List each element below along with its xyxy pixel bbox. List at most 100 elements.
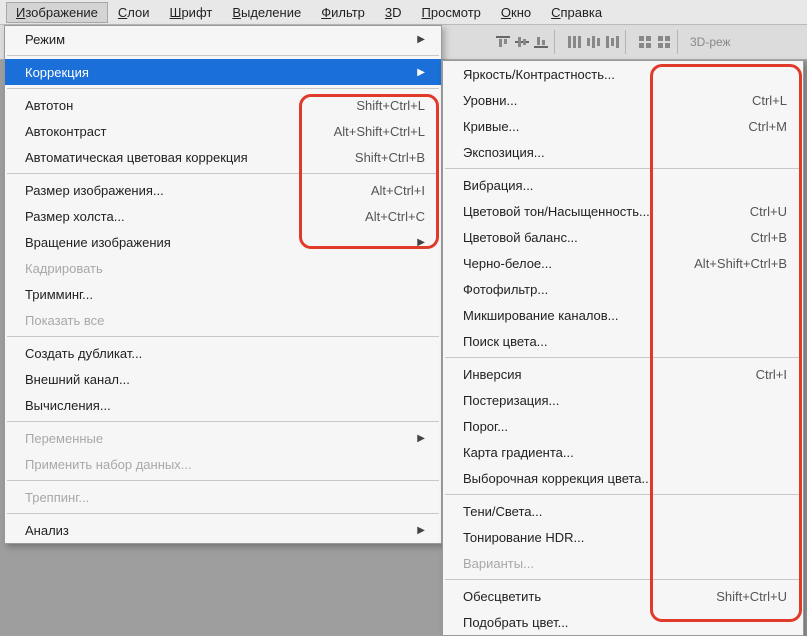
- adjustments-menu-item[interactable]: Постеризация...: [443, 387, 803, 413]
- menu-item-label: Вибрация...: [463, 178, 787, 193]
- adjustments-menu-item[interactable]: Цветовой тон/Насыщенность...Ctrl+U: [443, 198, 803, 224]
- menu-item-shortcut: Alt+Ctrl+I: [371, 183, 425, 198]
- align-bottom-icon[interactable]: [533, 34, 549, 50]
- distribute-left-icon[interactable]: [637, 34, 653, 50]
- 3d-mode-label: 3D-реж: [690, 35, 731, 49]
- menu-item-shortcut: Ctrl+U: [750, 204, 787, 219]
- menu-item-label: Варианты...: [463, 556, 787, 571]
- menu-item-shortcut: Shift+Ctrl+U: [716, 589, 787, 604]
- menu-item-label: Вращение изображения: [25, 235, 417, 250]
- image-menu-item[interactable]: Режим▶: [5, 26, 441, 52]
- menu-item-label: Экспозиция...: [463, 145, 787, 160]
- adjustments-menu-item[interactable]: Подобрать цвет...: [443, 609, 803, 635]
- menu-item-label: Размер холста...: [25, 209, 365, 224]
- image-menu-item[interactable]: Вращение изображения▶: [5, 229, 441, 255]
- menubar-item-select[interactable]: Выделение: [222, 2, 311, 23]
- menu-item-label: Карта градиента...: [463, 445, 787, 460]
- distribute-hcenter-icon[interactable]: [656, 34, 672, 50]
- submenu-arrow-icon: ▶: [417, 525, 425, 536]
- image-menu-item[interactable]: Вычисления...: [5, 392, 441, 418]
- menubar-item-layers[interactable]: Слои: [108, 2, 160, 23]
- menubar-item-type[interactable]: Шрифт: [160, 2, 223, 23]
- image-menu-item[interactable]: Размер холста...Alt+Ctrl+C: [5, 203, 441, 229]
- distribute-h-group: [632, 30, 678, 54]
- image-menu-item[interactable]: Внешний канал...: [5, 366, 441, 392]
- distribute-top-icon[interactable]: [566, 34, 582, 50]
- align-top-icon[interactable]: [495, 34, 511, 50]
- menu-item-label: Вычисления...: [25, 398, 425, 413]
- menu-separator: [445, 579, 801, 580]
- image-menu-item: Треппинг...: [5, 484, 441, 510]
- menu-separator: [7, 336, 439, 337]
- menu-item-label: Переменные: [25, 431, 417, 446]
- adjustments-menu-item[interactable]: Вибрация...: [443, 172, 803, 198]
- menu-item-label: Тонирование HDR...: [463, 530, 787, 545]
- distribute-vcenter-icon[interactable]: [585, 34, 601, 50]
- image-menu-item[interactable]: Коррекция▶: [5, 59, 441, 85]
- adjustments-menu-item[interactable]: ИнверсияCtrl+I: [443, 361, 803, 387]
- menu-item-shortcut: Shift+Ctrl+B: [355, 150, 425, 165]
- image-menu-item[interactable]: Размер изображения...Alt+Ctrl+I: [5, 177, 441, 203]
- image-menu-item[interactable]: Автоматическая цветовая коррекцияShift+C…: [5, 144, 441, 170]
- menu-item-label: Цветовой тон/Насыщенность...: [463, 204, 750, 219]
- image-menu-item[interactable]: Создать дубликат...: [5, 340, 441, 366]
- image-menu-item: Применить набор данных...: [5, 451, 441, 477]
- menu-item-label: Автотон: [25, 98, 356, 113]
- menu-separator: [445, 357, 801, 358]
- image-menu-item[interactable]: АвтотонShift+Ctrl+L: [5, 92, 441, 118]
- adjustments-menu-item[interactable]: Выборочная коррекция цвета...: [443, 465, 803, 491]
- menubar-item-help[interactable]: Справка: [541, 2, 612, 23]
- adjustments-menu-item[interactable]: Фотофильтр...: [443, 276, 803, 302]
- menu-item-label: Применить набор данных...: [25, 457, 425, 472]
- menu-item-label: Яркость/Контрастность...: [463, 67, 787, 82]
- menubar: Изображение Слои Шрифт Выделение Фильтр …: [0, 0, 807, 25]
- menu-item-label: Показать все: [25, 313, 425, 328]
- menu-separator: [7, 88, 439, 89]
- menu-item-label: Режим: [25, 32, 417, 47]
- adjustments-menu-item[interactable]: Яркость/Контрастность...: [443, 61, 803, 87]
- menu-item-label: Уровни...: [463, 93, 752, 108]
- align-tools-group: [490, 30, 555, 54]
- menubar-item-view[interactable]: Просмотр: [412, 2, 491, 23]
- menubar-item-3d[interactable]: 3D: [375, 2, 412, 23]
- image-menu-item[interactable]: Тримминг...: [5, 281, 441, 307]
- adjustments-menu-item[interactable]: Поиск цвета...: [443, 328, 803, 354]
- adjustments-menu-item[interactable]: Черно-белое...Alt+Shift+Ctrl+B: [443, 250, 803, 276]
- menu-item-label: Выборочная коррекция цвета...: [463, 471, 787, 486]
- menubar-item-filter[interactable]: Фильтр: [311, 2, 375, 23]
- adjustments-menu-item[interactable]: Порог...: [443, 413, 803, 439]
- menu-item-label: Внешний канал...: [25, 372, 425, 387]
- distribute-tools-group: [561, 30, 626, 54]
- image-menu-item[interactable]: Анализ▶: [5, 517, 441, 543]
- adjustments-menu-item[interactable]: Карта градиента...: [443, 439, 803, 465]
- menu-item-label: Цветовой баланс...: [463, 230, 751, 245]
- menubar-item-window[interactable]: Окно: [491, 2, 541, 23]
- align-vcenter-icon[interactable]: [514, 34, 530, 50]
- menu-separator: [7, 55, 439, 56]
- menu-item-label: Создать дубликат...: [25, 346, 425, 361]
- adjustments-menu-item: Варианты...: [443, 550, 803, 576]
- adjustments-menu-item[interactable]: ОбесцветитьShift+Ctrl+U: [443, 583, 803, 609]
- menu-item-label: Постеризация...: [463, 393, 787, 408]
- menu-item-label: Автоконтраст: [25, 124, 334, 139]
- menu-item-shortcut: Ctrl+M: [748, 119, 787, 134]
- menu-item-shortcut: Alt+Shift+Ctrl+B: [694, 256, 787, 271]
- menu-separator: [445, 168, 801, 169]
- menubar-item-image[interactable]: Изображение: [6, 2, 108, 23]
- adjustments-menu-item[interactable]: Тонирование HDR...: [443, 524, 803, 550]
- distribute-bottom-icon[interactable]: [604, 34, 620, 50]
- menu-item-label: Кривые...: [463, 119, 748, 134]
- adjustments-menu-item[interactable]: Микширование каналов...: [443, 302, 803, 328]
- adjustments-menu-item[interactable]: Кривые...Ctrl+M: [443, 113, 803, 139]
- adjustments-menu-item[interactable]: Уровни...Ctrl+L: [443, 87, 803, 113]
- menu-separator: [7, 513, 439, 514]
- adjustments-menu-item[interactable]: Цветовой баланс...Ctrl+B: [443, 224, 803, 250]
- submenu-arrow-icon: ▶: [417, 67, 425, 78]
- menu-item-label: Треппинг...: [25, 490, 425, 505]
- adjustments-menu-item[interactable]: Экспозиция...: [443, 139, 803, 165]
- menu-item-label: Подобрать цвет...: [463, 615, 787, 630]
- adjustments-menu-item[interactable]: Тени/Света...: [443, 498, 803, 524]
- image-menu-item[interactable]: АвтоконтрастAlt+Shift+Ctrl+L: [5, 118, 441, 144]
- menu-item-shortcut: Ctrl+B: [751, 230, 787, 245]
- menu-item-label: Автоматическая цветовая коррекция: [25, 150, 355, 165]
